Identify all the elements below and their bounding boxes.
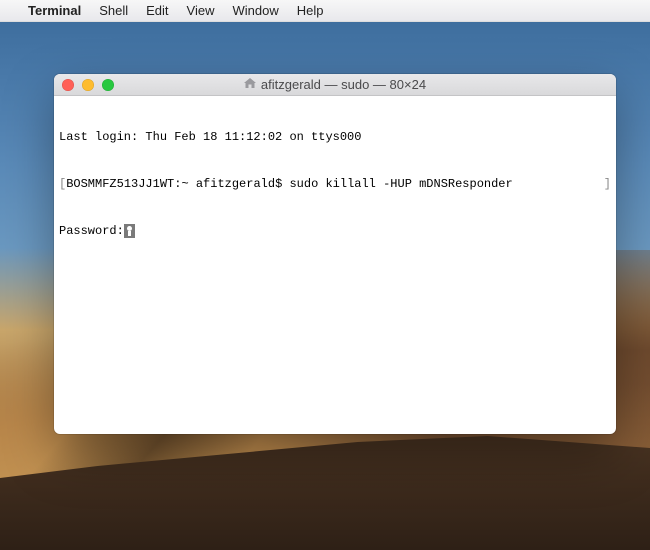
traffic-lights [62,79,114,91]
password-prompt: Password: [59,224,124,238]
cwd: ~ [181,177,188,191]
last-login-line: Last login: Thu Feb 18 11:12:02 on ttys0… [59,130,611,146]
minimize-button[interactable] [82,79,94,91]
prompt-line: [BOSMMFZ513JJ1WT:~ afitzgerald$ sudo kil… [59,177,611,193]
close-button[interactable] [62,79,74,91]
zoom-button[interactable] [102,79,114,91]
menu-view[interactable]: View [187,3,215,18]
window-title-text: afitzgerald — sudo — 80×24 [261,77,426,92]
app-menu[interactable]: Terminal [28,3,81,18]
window-titlebar[interactable]: afitzgerald — sudo — 80×24 [54,74,616,96]
prompt-symbol: $ [275,177,282,191]
menu-window[interactable]: Window [233,3,279,18]
user: afitzgerald [196,177,275,191]
terminal-window[interactable]: afitzgerald — sudo — 80×24 Last login: T… [54,74,616,434]
password-key-icon [124,224,135,238]
menu-help[interactable]: Help [297,3,324,18]
password-line: Password: [59,224,611,240]
hostname: BOSMMFZ513JJ1WT [66,177,174,191]
menu-shell[interactable]: Shell [99,3,128,18]
system-menu-bar: Terminal Shell Edit View Window Help [0,0,650,22]
command-text: sudo killall -HUP mDNSResponder [289,177,512,191]
window-title: afitzgerald — sudo — 80×24 [54,77,616,92]
terminal-content[interactable]: Last login: Thu Feb 18 11:12:02 on ttys0… [54,96,616,434]
menu-edit[interactable]: Edit [146,3,168,18]
home-folder-icon [244,78,256,92]
